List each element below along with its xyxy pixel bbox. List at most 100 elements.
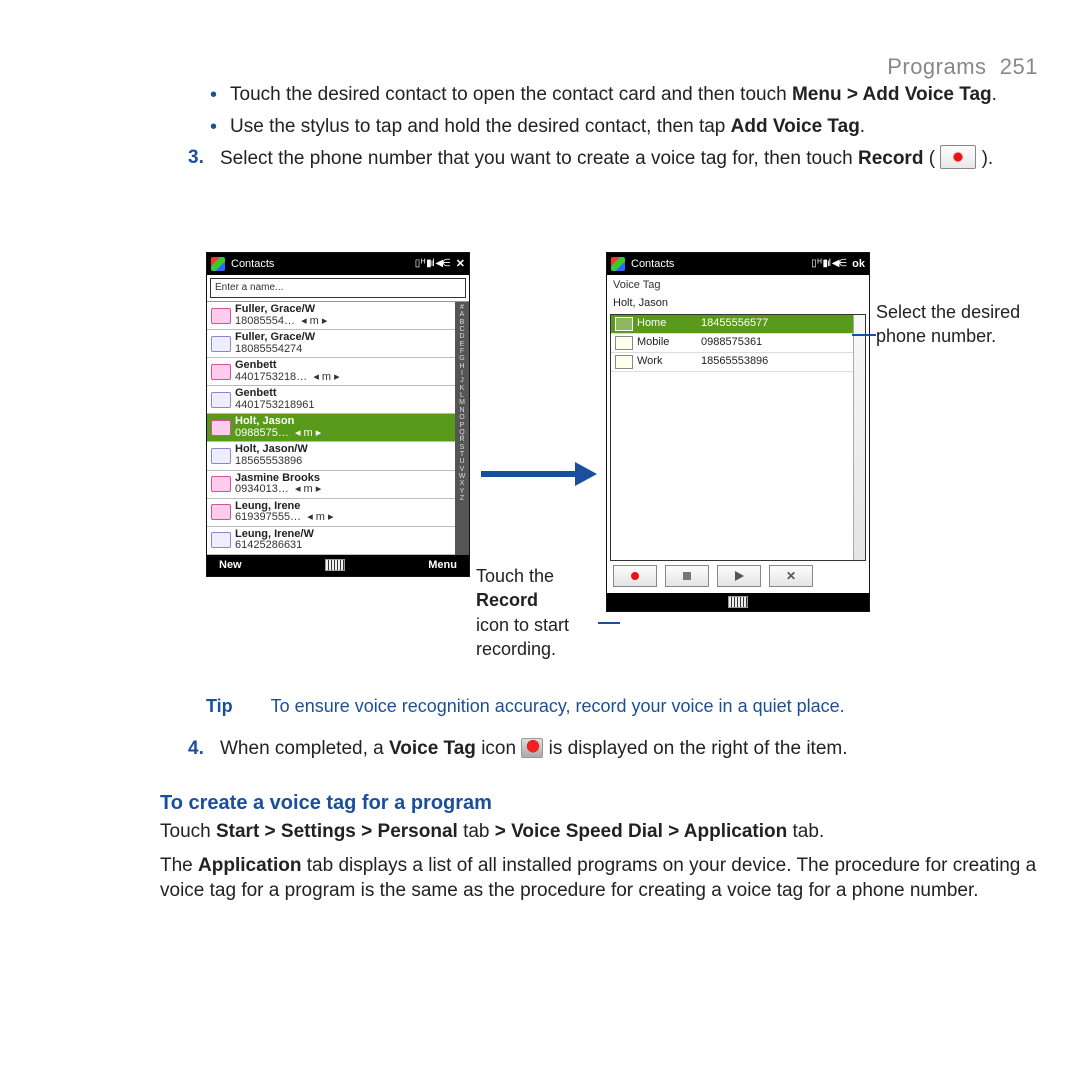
contact-row[interactable]: Holt, Jason/W18565553896	[207, 442, 455, 470]
tip-row: TipTo ensure voice recognition accuracy,…	[206, 694, 845, 718]
bullet-1-bold: Menu > Add Voice Tag	[792, 84, 992, 105]
sim-card-icon	[211, 336, 231, 352]
para-application-tab: The Application tab displays a list of a…	[160, 853, 1040, 904]
bullet-2-post: .	[860, 116, 865, 137]
voicetag-contact-name: Holt, Jason	[607, 295, 869, 314]
step-3-bold: Record	[858, 148, 923, 169]
tip-label: Tip	[206, 696, 233, 716]
para1-post: tab.	[787, 821, 824, 842]
contact-text: Leung, Irene/W61425286631	[235, 529, 314, 552]
phone-type-icon	[615, 336, 633, 350]
caption-record-2: icon to start recording.	[476, 615, 569, 659]
phone-number: 0988575361	[701, 335, 762, 350]
step-4-mid: icon	[476, 738, 521, 759]
contact-row[interactable]: Fuller, Grace/W18085554… ◂ m ▸	[207, 302, 455, 330]
record-button[interactable]	[613, 565, 657, 587]
phone-type-label: Home	[637, 316, 697, 331]
sim-card-icon	[211, 448, 231, 464]
stop-button[interactable]	[665, 565, 709, 587]
step-3-text: Select the phone number that you want to…	[220, 148, 858, 169]
contact-row[interactable]: Jasmine Brooks0934013… ◂ m ▸	[207, 471, 455, 499]
heading-create-program: To create a voice tag for a program	[160, 790, 1040, 817]
page-header: Programs 251	[887, 52, 1038, 82]
voicetag-number-row[interactable]: Mobile0988575361	[611, 334, 865, 353]
close-icon[interactable]: ✕	[456, 257, 465, 272]
contact-card-icon	[211, 420, 231, 436]
bullet-2-bold: Add Voice Tag	[731, 116, 860, 137]
bullet-1-text: Touch the desired contact to open the co…	[230, 84, 792, 105]
bullet-2-text: Use the stylus to tap and hold the desir…	[230, 116, 731, 137]
contact-text: Leung, Irene619397555… ◂ m ▸	[235, 501, 334, 524]
delete-icon: ✕	[786, 568, 796, 584]
phone-voicetag: Contacts ▯ ᴴ ▮ıl ◀∈ ok Voice Tag Holt, J…	[606, 252, 870, 612]
lower-section: To create a voice tag for a program Touc…	[160, 790, 1040, 912]
para1-mid: tab	[458, 821, 495, 842]
softkey-new[interactable]: New	[219, 558, 242, 573]
contact-row[interactable]: Genbett4401753218… ◂ m ▸	[207, 358, 455, 386]
voicetag-controls: ✕	[607, 561, 869, 593]
keyboard-icon[interactable]	[325, 559, 345, 571]
contact-text: Jasmine Brooks0934013… ◂ m ▸	[235, 473, 321, 496]
caption-select-number: Select the desired phone number.	[876, 300, 1026, 349]
contact-row[interactable]: Leung, Irene619397555… ◂ m ▸	[207, 499, 455, 527]
step-4-pre: When completed, a	[220, 738, 389, 759]
play-button[interactable]	[717, 565, 761, 587]
play-icon	[735, 571, 744, 581]
step-3: 3. Select the phone number that you want…	[160, 145, 1040, 172]
caption-record-bold: Record	[476, 590, 538, 610]
record-icon	[940, 145, 976, 169]
phone-type-icon	[615, 355, 633, 369]
phone-number: 18455556577	[701, 316, 768, 331]
titlebar-left: Contacts ▯ ᴴ ▮ıl ◀∈ ✕	[207, 253, 469, 275]
titlebar-right-title: Contacts	[631, 257, 674, 272]
contact-row[interactable]: Fuller, Grace/W18085554274	[207, 330, 455, 358]
ok-button[interactable]: ok	[852, 257, 865, 272]
caption-record-1: Touch the	[476, 566, 554, 586]
contact-text: Holt, Jason0988575… ◂ m ▸	[235, 416, 321, 439]
softkey-menu[interactable]: Menu	[428, 558, 457, 573]
voicetag-number-list: Home 18455556577 Mobile0988575361Work18565…	[610, 314, 866, 561]
para1-pre: Touch	[160, 821, 216, 842]
delete-button[interactable]: ✕	[769, 565, 813, 587]
search-placeholder: Enter a name...	[215, 281, 283, 295]
voicetag-number-row[interactable]: Home 18455556577	[611, 315, 865, 334]
callout-line-record	[598, 622, 620, 624]
contact-card-icon	[211, 364, 231, 380]
section-name: Programs	[887, 54, 986, 79]
step-4-bold: Voice Tag	[389, 738, 476, 759]
step-4-post: is displayed on the right of the item.	[543, 738, 847, 759]
stop-icon	[683, 572, 691, 580]
start-flag-icon[interactable]	[611, 257, 625, 271]
menubar-left: New Menu	[207, 555, 469, 576]
sim-card-icon	[211, 392, 231, 408]
callout-line-number	[852, 334, 876, 336]
contact-row[interactable]: Genbett4401753218961	[207, 386, 455, 414]
voicetag-number-row[interactable]: Work18565553896	[611, 353, 865, 372]
step-4: 4. When completed, a Voice Tag icon is d…	[160, 730, 1040, 762]
keyboard-icon[interactable]	[728, 596, 748, 608]
record-dot-icon	[631, 572, 639, 580]
bullet-1-post: .	[992, 84, 997, 105]
contact-text: Holt, Jason/W18565553896	[235, 444, 308, 467]
para2-bold: Application	[198, 855, 301, 876]
search-input[interactable]: Enter a name...	[210, 278, 466, 298]
contact-text: Fuller, Grace/W18085554… ◂ m ▸	[235, 304, 327, 327]
contact-row[interactable]: Leung, Irene/W61425286631	[207, 527, 455, 555]
step-3-post: (	[923, 148, 940, 169]
page-number: 251	[1000, 54, 1038, 79]
contact-text: Genbett4401753218961	[235, 388, 315, 411]
screenshots-figure: Contacts ▯ ᴴ ▮ıl ◀∈ ✕ Enter a name... Fu…	[206, 252, 956, 672]
arrow-icon	[481, 467, 601, 479]
phone-number: 18565553896	[701, 354, 768, 369]
contact-card-icon	[211, 476, 231, 492]
caption-record: Touch the Record icon to start recording…	[476, 564, 611, 661]
contact-row[interactable]: Holt, Jason0988575… ◂ m ▸	[207, 414, 455, 442]
step-4-num: 4.	[188, 736, 204, 762]
status-icons-left: ▯ ᴴ ▮ıl ◀∈	[415, 257, 450, 271]
az-index[interactable]: # A B C D E F G H I J K L M N O P Q R S …	[455, 302, 469, 555]
start-flag-icon[interactable]	[211, 257, 225, 271]
contacts-list[interactable]: Fuller, Grace/W18085554… ◂ m ▸ Fuller, Gr…	[207, 302, 455, 555]
para1-bold1: Start > Settings > Personal	[216, 821, 458, 842]
scrollbar[interactable]	[853, 315, 865, 560]
para1-bold2: > Voice Speed Dial > Application	[495, 821, 787, 842]
